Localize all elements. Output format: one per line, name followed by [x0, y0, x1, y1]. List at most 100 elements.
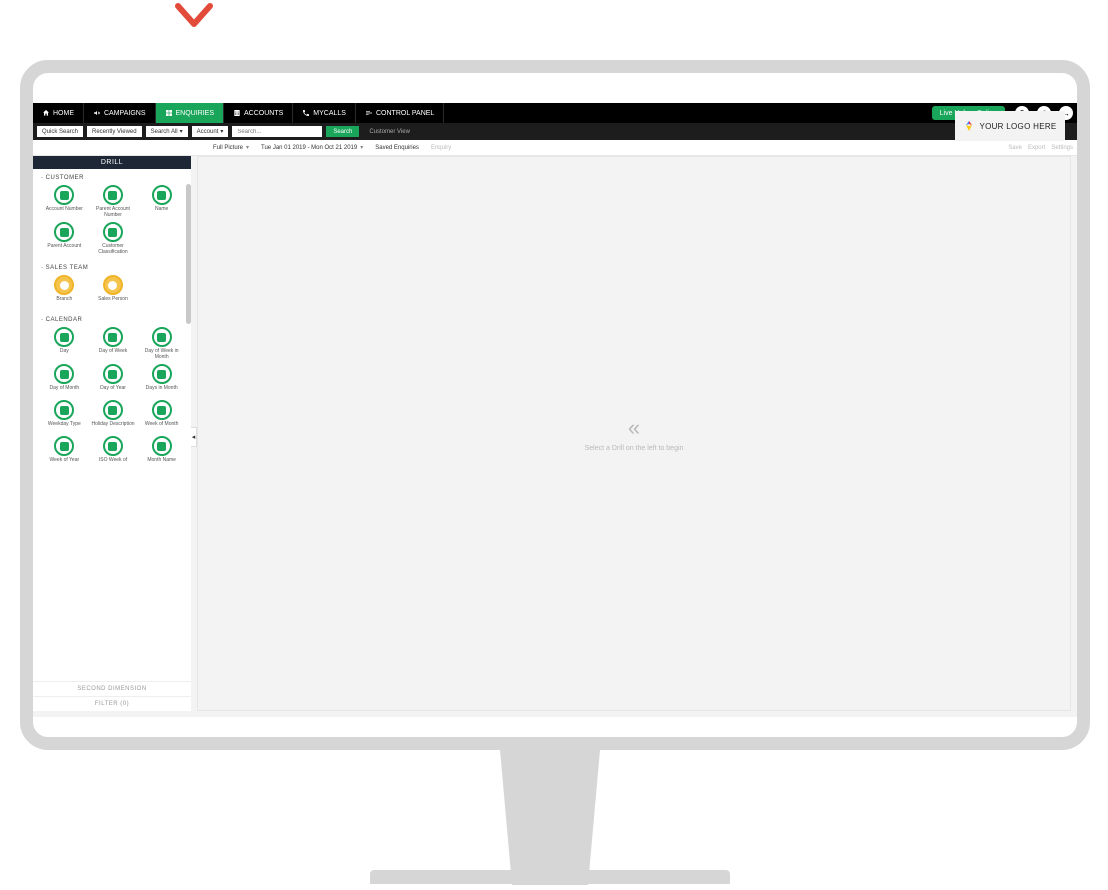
chevron-down-icon: ▾	[180, 128, 183, 135]
drill-bubble-icon	[152, 436, 172, 456]
building-icon	[233, 109, 241, 117]
nav-home[interactable]: HOME	[33, 103, 84, 123]
nav-accounts[interactable]: ACCOUNTS	[224, 103, 293, 123]
drill-bubble-icon	[103, 400, 123, 420]
main-content: « Select a Drill on the left to begin	[197, 156, 1071, 711]
drill-item-label: Customer Classification	[90, 244, 137, 255]
double-chevron-left-icon: «	[628, 415, 640, 441]
drill-item[interactable]: Month Name	[138, 436, 185, 468]
drill-item-label: Month Name	[147, 458, 176, 468]
scrollbar-thumb[interactable]	[186, 184, 191, 324]
crumb-full-picture[interactable]: Full Picture▾	[207, 144, 255, 151]
drill-bubble-icon	[103, 364, 123, 384]
drill-item[interactable]: Day of Week	[90, 327, 137, 360]
search-bar: Quick Search Recently Viewed Search All▾…	[33, 123, 1077, 140]
monitor-frame: HOME CAMPAIGNS ENQUIRIES ACCOUNTS MYCALL…	[20, 60, 1090, 750]
drill-item-label: Parent Account	[47, 244, 81, 254]
crumb-saved-enquiries[interactable]: Saved Enquiries	[369, 145, 425, 151]
action-export[interactable]: Export	[1028, 145, 1045, 151]
drill-item-label: Day of Week	[99, 349, 128, 359]
drill-bubble-icon	[152, 327, 172, 347]
drill-item[interactable]: Parent Account	[41, 222, 88, 255]
collapse-panel-button[interactable]: ◂	[191, 427, 197, 447]
drill-bubble-icon	[54, 436, 74, 456]
tab-second-dimension[interactable]: SECOND DIMENSION	[33, 681, 191, 696]
drill-item[interactable]: Day of Year	[90, 364, 137, 396]
logo-icon	[963, 120, 975, 132]
drill-item[interactable]: Day of Month	[41, 364, 88, 396]
search-button[interactable]: Search	[326, 126, 359, 137]
drill-bubble-icon	[103, 222, 123, 242]
drill-item-label: Parent Account Number	[90, 207, 137, 218]
drill-item-label: Name	[155, 207, 168, 217]
search-scope-select[interactable]: Search All▾	[146, 126, 188, 137]
drill-bubble-icon	[103, 436, 123, 456]
search-entity-select[interactable]: Account▾	[192, 126, 229, 137]
crumb-date-range[interactable]: Tue Jan 01 2019 - Mon Oct 21 2019▾	[255, 144, 369, 151]
nav-control-panel[interactable]: CONTROL PANEL	[356, 103, 444, 123]
drill-item-label: Week of Month	[145, 422, 179, 432]
chevron-left-icon: ◂	[192, 433, 196, 441]
drill-item[interactable]: Customer Classification	[90, 222, 137, 255]
drill-item[interactable]: Branch	[41, 275, 88, 307]
drill-item[interactable]: Name	[138, 185, 185, 218]
drill-bubble-icon	[54, 400, 74, 420]
nav-mycalls[interactable]: MYCALLS	[293, 103, 356, 123]
drill-item-label: Week of Year	[50, 458, 80, 468]
drill-item-label: Day of Year	[100, 386, 126, 396]
phone-icon	[302, 109, 310, 117]
drill-item-label: Weekday Type	[48, 422, 81, 432]
drill-item[interactable]: Day of Week in Month	[138, 327, 185, 360]
drill-item[interactable]: ISO Week of	[90, 436, 137, 468]
highlight-arrow-icon	[170, 0, 218, 34]
crumb-enquiry: Enquiry	[425, 145, 457, 151]
drill-item[interactable]: Parent Account Number	[90, 185, 137, 218]
customer-view-link[interactable]: Customer View	[369, 129, 410, 135]
drill-item[interactable]: Holiday Description	[90, 400, 137, 432]
drill-bubble-icon	[152, 364, 172, 384]
drill-item-label: ISO Week of	[99, 458, 127, 468]
nav-enquiries[interactable]: ENQUIRIES	[156, 103, 225, 123]
logo-placeholder: YOUR LOGO HERE	[955, 111, 1065, 141]
drill-item[interactable]: Weekday Type	[41, 400, 88, 432]
drill-item-label: Days in Month	[146, 386, 178, 396]
drill-item[interactable]: Week of Month	[138, 400, 185, 432]
section-title: CALENDAR	[41, 317, 185, 323]
drill-item[interactable]: Sales Person	[90, 275, 137, 307]
drill-item-label: Day of Week in Month	[138, 349, 185, 360]
drill-bubble-icon	[103, 185, 123, 205]
drill-bubble-icon	[152, 400, 172, 420]
monitor-stand-icon	[470, 750, 630, 890]
drill-bubble-icon	[54, 222, 74, 242]
sliders-icon	[365, 109, 373, 117]
drill-bubble-icon	[103, 327, 123, 347]
search-input[interactable]	[232, 126, 322, 137]
grid-icon	[165, 109, 173, 117]
drill-bubble-icon	[54, 364, 74, 384]
drill-item[interactable]: Day	[41, 327, 88, 360]
action-settings[interactable]: Settings	[1051, 145, 1073, 151]
nav-campaigns[interactable]: CAMPAIGNS	[84, 103, 156, 123]
tab-filter[interactable]: FILTER (0)	[33, 696, 191, 711]
drill-item[interactable]: Week of Year	[41, 436, 88, 468]
drill-item-label: Sales Person	[98, 297, 128, 307]
recently-viewed-button[interactable]: Recently Viewed	[87, 126, 142, 137]
home-icon	[42, 109, 50, 117]
drill-item-label: Holiday Description	[91, 422, 134, 432]
drill-item[interactable]: Account Number	[41, 185, 88, 218]
monitor-base	[370, 870, 730, 884]
drill-bubble-icon	[152, 185, 172, 205]
drill-item-label: Day of Month	[49, 386, 79, 396]
drill-item[interactable]: Days in Month	[138, 364, 185, 396]
quick-search-button[interactable]: Quick Search	[37, 126, 83, 137]
drill-bubble-icon	[54, 327, 74, 347]
section-title: CUSTOMER	[41, 175, 185, 181]
megaphone-icon	[93, 109, 101, 117]
drill-bubble-icon	[54, 185, 74, 205]
drill-item-label: Branch	[56, 297, 72, 307]
app-screen: HOME CAMPAIGNS ENQUIRIES ACCOUNTS MYCALL…	[33, 103, 1077, 717]
drill-bubble-icon	[103, 275, 123, 295]
chevron-down-icon: ▾	[246, 144, 249, 151]
empty-state-message: Select a Drill on the left to begin	[585, 445, 684, 452]
action-save[interactable]: Save	[1008, 145, 1022, 151]
